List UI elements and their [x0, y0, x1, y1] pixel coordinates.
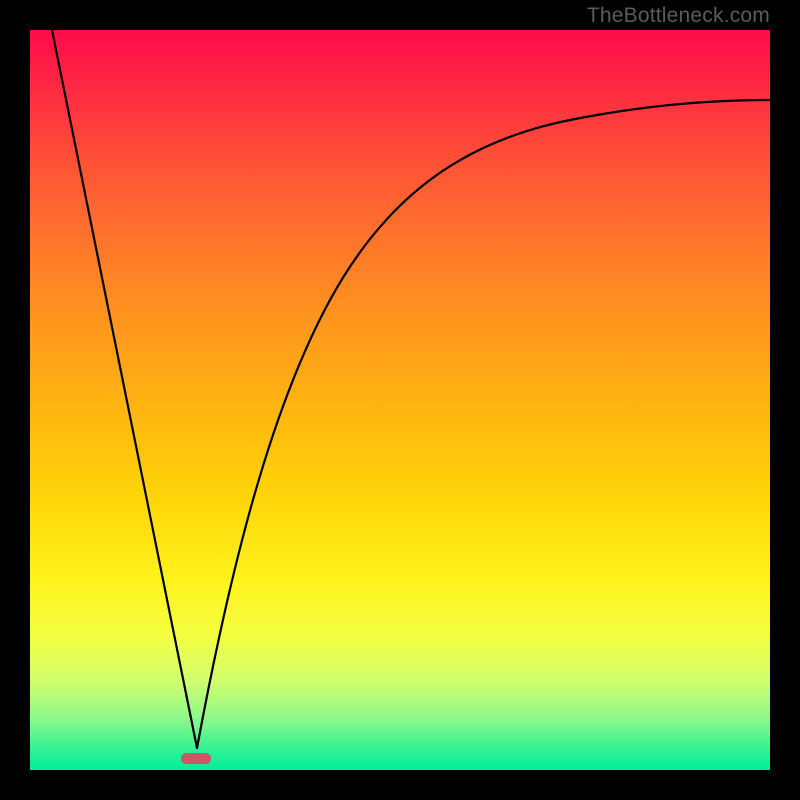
bottleneck-curve [30, 30, 770, 770]
attribution-text: TheBottleneck.com [587, 4, 770, 28]
valley-marker [181, 753, 211, 764]
chart-frame: TheBottleneck.com [0, 0, 800, 800]
curve-left-segment [52, 30, 197, 748]
curve-right-segment [197, 100, 770, 748]
plot-area [30, 30, 770, 770]
